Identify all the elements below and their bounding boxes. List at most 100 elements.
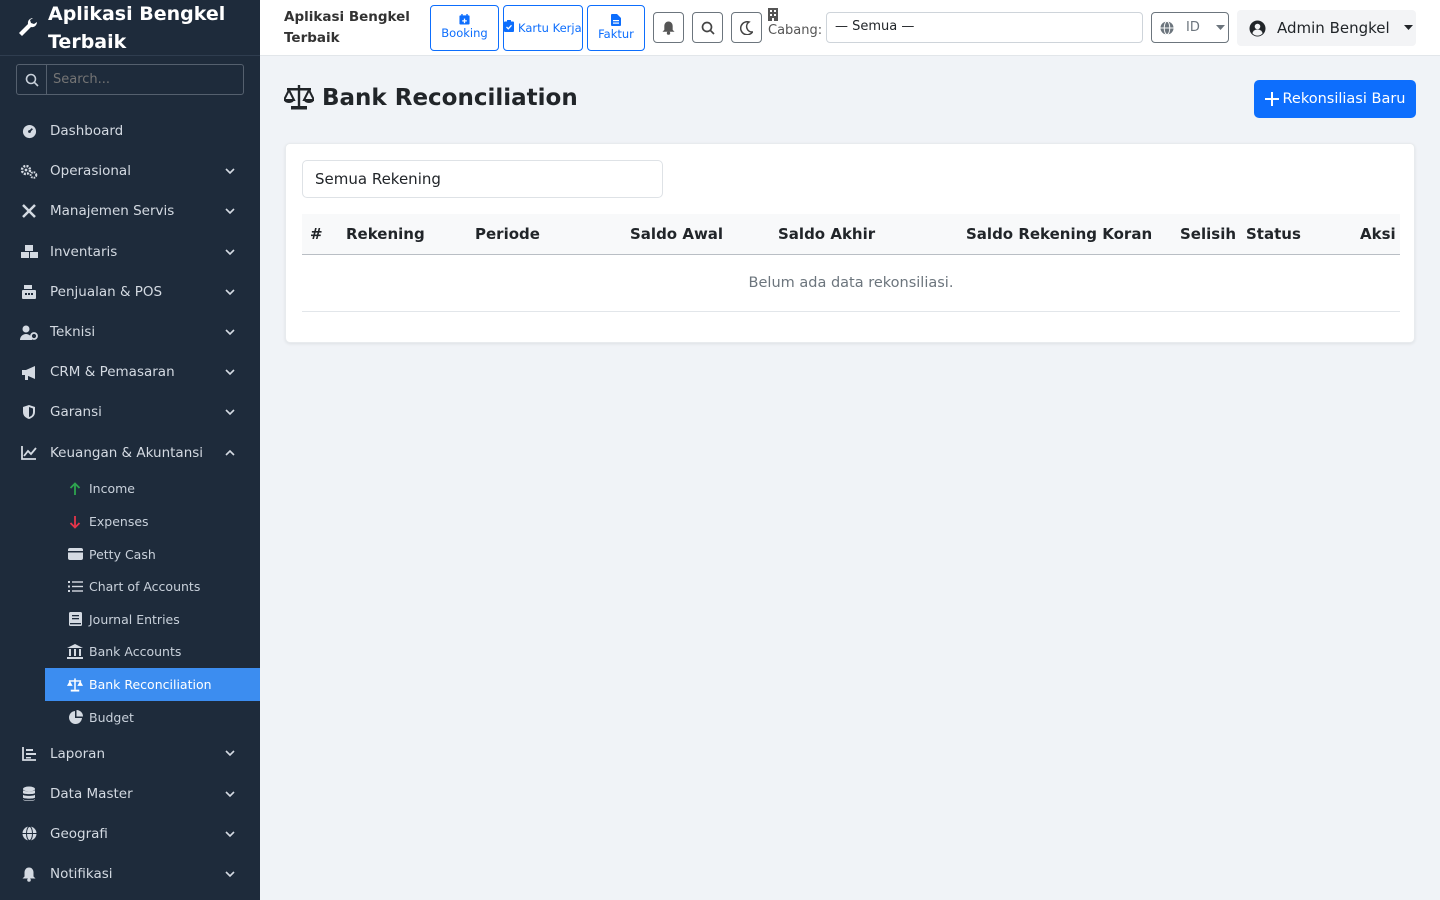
language-select[interactable]: ID (1151, 12, 1229, 43)
sidebar-item-label: Teknisi (50, 324, 96, 341)
list-ol-icon (67, 579, 83, 595)
moon-icon (740, 20, 753, 35)
globe-icon (1160, 20, 1174, 35)
sidebar-subitem-journal-entries[interactable]: Journal Entries (0, 603, 260, 636)
sidebar-item-crm-pemasaran[interactable]: CRM & Pemasaran (0, 352, 260, 392)
sidebar-subitem-bank-accounts[interactable]: Bank Accounts (0, 636, 260, 669)
faktur-button-label: Faktur (598, 26, 634, 41)
empty-state-message: Belum ada data rekonsiliasi. (302, 255, 1400, 312)
clipboard-check-icon (504, 19, 515, 32)
sidebar-item-label: Penjualan & POS (50, 283, 163, 300)
sidebar-item-notifikasi[interactable]: Notifikasi (0, 854, 260, 894)
language-value: ID (1186, 20, 1200, 35)
chart-pie-icon (67, 709, 83, 725)
sidebar-item-label: Manajemen Servis (50, 203, 175, 220)
new-reconciliation-label: Rekonsiliasi Baru (1282, 91, 1406, 107)
sidebar-subitem-label: Petty Cash (89, 546, 156, 562)
chevron-down-icon (225, 369, 235, 376)
wallet-icon (67, 546, 83, 562)
sidebar-item-label: Inventaris (50, 243, 118, 260)
topbar: Aplikasi Bengkel Terbaik Booking Kartu K… (260, 0, 1440, 56)
sidebar-item-label: CRM & Pemasaran (50, 364, 175, 381)
sidebar-item-label: Geografi (50, 825, 108, 842)
new-reconciliation-button[interactable]: Rekonsiliasi Baru (1254, 80, 1416, 118)
sidebar-item-label: Data Master (50, 785, 133, 802)
kartu-kerja-button-label: Kartu Kerja (518, 20, 582, 35)
brand[interactable]: Aplikasi Bengkel Terbaik (0, 0, 260, 56)
sidebar-item-manajemen-servis[interactable]: Manajemen Servis (0, 191, 260, 231)
column-header-status[interactable]: Status (1246, 225, 1301, 243)
caret-down-icon (1215, 24, 1225, 30)
faktur-button[interactable]: Faktur (587, 5, 645, 51)
sidebar-item-label: Laporan (50, 745, 106, 762)
scale-balanced-icon (284, 84, 314, 112)
sidebar-item-label: Dashboard (50, 123, 124, 140)
chart-bar-icon (20, 745, 38, 763)
scale-balanced-icon (67, 677, 83, 693)
sidebar-item-laporan[interactable]: Laporan (0, 733, 260, 773)
sidebar-search-input[interactable] (47, 65, 243, 94)
sidebar-item-keuangan-akuntansi[interactable]: Keuangan & Akuntansi (0, 433, 260, 473)
plus-icon (1264, 92, 1279, 106)
arrow-up-icon (67, 481, 83, 497)
bell-icon (20, 865, 38, 883)
sidebar-subitem-bank-reconciliation[interactable]: Bank Reconciliation (45, 668, 260, 701)
sidebar-subitem-expenses[interactable]: Expenses (0, 505, 260, 538)
column-header-periode[interactable]: Periode (475, 225, 540, 243)
file-invoice-icon (611, 13, 621, 26)
cash-register-icon (20, 283, 38, 301)
user-circle-icon (1249, 20, 1266, 36)
booking-button[interactable]: Booking (430, 5, 499, 51)
sidebar-subitem-income[interactable]: Income (0, 473, 260, 506)
sidebar-item-geografi[interactable]: Geografi (0, 814, 260, 854)
chevron-down-icon (225, 208, 235, 215)
brand-title: Aplikasi Bengkel Terbaik (48, 2, 226, 53)
sidebar-item-inventaris[interactable]: Inventaris (0, 232, 260, 272)
column-header-selisih[interactable]: Selisih (1180, 225, 1236, 243)
chevron-down-icon (225, 329, 235, 336)
search-button[interactable] (692, 12, 723, 43)
kartu-kerja-button-row: Kartu Kerja (504, 19, 582, 37)
finance-submenu: Income Expenses Petty Cash Chart of Acco… (0, 473, 260, 734)
sidebar-subitem-budget[interactable]: Budget (0, 701, 260, 734)
sidebar-subitem-label: Chart of Accounts (89, 579, 201, 595)
sidebar-subitem-label: Bank Reconciliation (89, 677, 212, 693)
column-header-saldo-rekening-koran[interactable]: Saldo Rekening Koran (966, 225, 1152, 243)
boxes-icon (20, 243, 38, 261)
sidebar-subitem-petty-cash[interactable]: Petty Cash (0, 538, 260, 571)
user-menu[interactable]: Admin Bengkel (1237, 10, 1416, 46)
chevron-down-icon (225, 289, 235, 295)
page-title-group: Bank Reconciliation (284, 84, 578, 112)
chevron-down-icon (225, 791, 235, 797)
sidebar-subitem-label: Budget (89, 709, 134, 725)
theme-toggle-button[interactable] (731, 12, 762, 43)
column-header-aksi[interactable]: Aksi (1360, 225, 1396, 243)
chevron-down-icon (225, 871, 235, 878)
sidebar-item-data-master[interactable]: Data Master (0, 774, 260, 814)
sidebar-item-garansi[interactable]: Garansi (0, 392, 260, 432)
column-header-saldo-awal[interactable]: Saldo Awal (630, 225, 723, 243)
sidebar-subitem-label: Bank Accounts (89, 644, 182, 660)
sidebar-item-operasional[interactable]: Operasional (0, 151, 260, 191)
branch-label: Cabang: (768, 23, 823, 38)
chart-line-icon (20, 444, 38, 462)
building-icon (768, 8, 778, 21)
branch-select[interactable]: — Semua — (826, 12, 1143, 43)
sidebar-search (16, 64, 244, 95)
sidebar-item-penjualan-pos[interactable]: Penjualan & POS (0, 272, 260, 312)
wrench-icon (18, 17, 40, 39)
notifications-button[interactable] (653, 12, 684, 43)
sidebar-subitem-chart-of-accounts[interactable]: Chart of Accounts (0, 570, 260, 603)
column-header-number[interactable]: # (310, 225, 323, 243)
sidebar-item-teknisi[interactable]: Teknisi (0, 312, 260, 352)
column-header-rekening[interactable]: Rekening (346, 225, 425, 243)
globe-icon (20, 825, 38, 843)
kartu-kerja-button[interactable]: Kartu Kerja (503, 5, 583, 51)
shield-icon (20, 403, 38, 421)
account-filter-select[interactable]: Semua Rekening (302, 160, 663, 198)
sidebar-item-dashboard[interactable]: Dashboard (0, 111, 260, 151)
chevron-down-icon (225, 168, 235, 175)
chevron-down-icon (225, 831, 235, 837)
column-header-saldo-akhir[interactable]: Saldo Akhir (778, 225, 875, 243)
sidebar-subitem-label: Income (89, 481, 135, 497)
